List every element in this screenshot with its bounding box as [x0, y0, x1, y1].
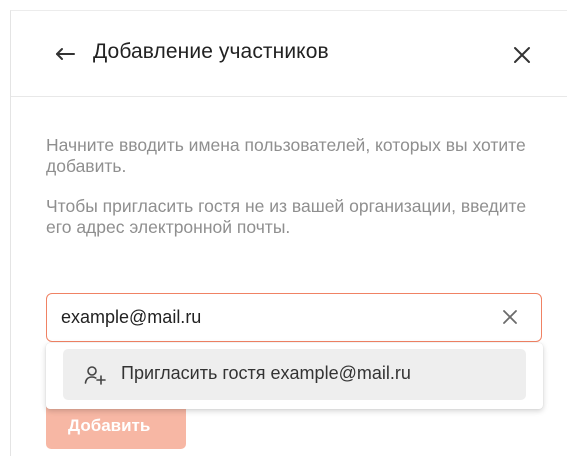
- dialog-title: Добавление участников: [93, 40, 329, 63]
- arrow-left-icon: [56, 48, 75, 60]
- close-icon: [514, 47, 530, 63]
- add-button[interactable]: Добавить: [46, 403, 186, 449]
- hint-text-users: Начните вводить имена пользователей, кот…: [46, 135, 526, 176]
- panel-header: Добавление участников: [11, 11, 567, 97]
- participant-search-field: [46, 293, 542, 342]
- clear-icon: [503, 310, 517, 324]
- page: Добавление участников Начните вводить им…: [0, 0, 567, 456]
- invite-guest-option[interactable]: Пригласить гостя example@mail.ru: [63, 349, 526, 400]
- participant-search-input[interactable]: [61, 294, 481, 340]
- clear-input-button[interactable]: [498, 305, 522, 329]
- user-plus-icon: [84, 366, 106, 385]
- invite-guest-label: Пригласить гостя example@mail.ru: [121, 363, 411, 383]
- close-button[interactable]: [508, 41, 536, 69]
- hint-text-guest: Чтобы пригласить гостя не из вашей орган…: [46, 196, 527, 237]
- back-button[interactable]: [52, 41, 78, 67]
- add-participants-panel: Добавление участников Начните вводить им…: [10, 10, 567, 456]
- suggestion-dropdown: Пригласить гостя example@mail.ru: [46, 343, 543, 409]
